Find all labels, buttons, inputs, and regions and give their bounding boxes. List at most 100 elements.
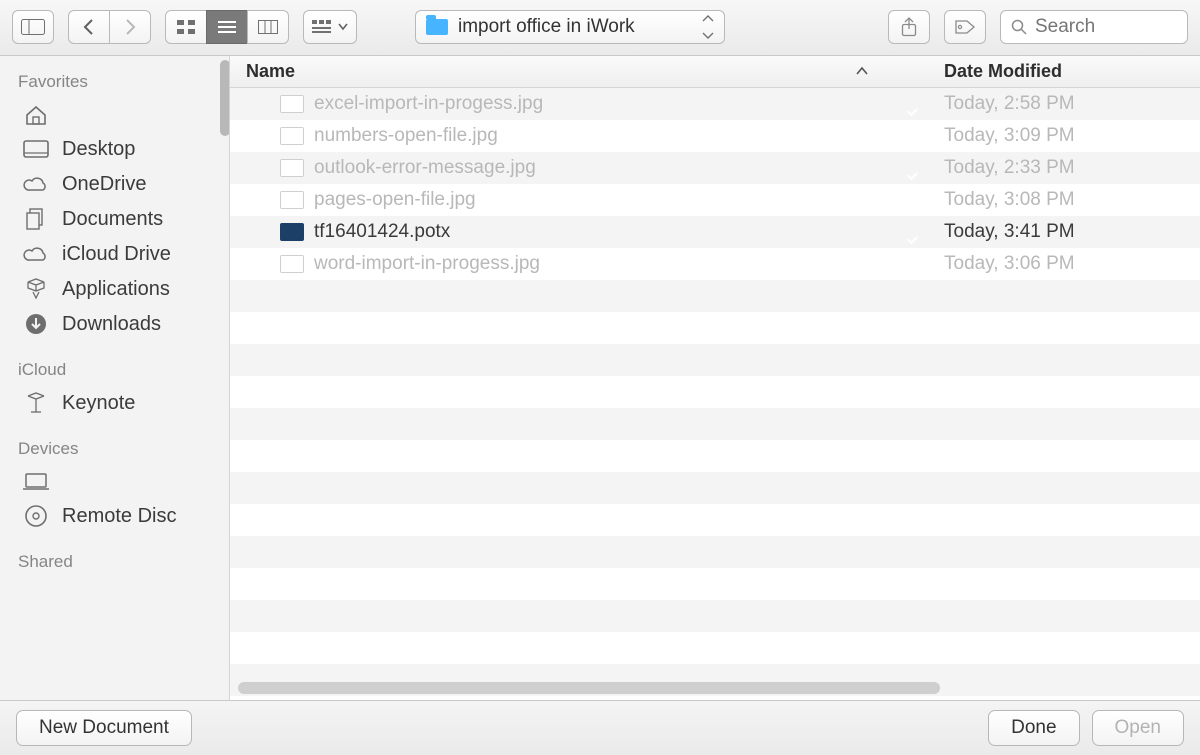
file-name: tf16401424.potx bbox=[314, 221, 450, 243]
tags-button[interactable] bbox=[944, 10, 986, 44]
sidebar-item-documents[interactable]: Documents bbox=[0, 202, 229, 237]
sidebar: Favorites Desktop OneDrive Documents bbox=[0, 56, 230, 701]
column-header-name[interactable]: Name bbox=[230, 61, 880, 82]
applications-icon bbox=[22, 278, 50, 300]
empty-row bbox=[230, 632, 1200, 664]
file-date: Today, 2:58 PM bbox=[944, 93, 1075, 114]
horizontal-scrollbar[interactable] bbox=[238, 682, 940, 694]
search-input[interactable] bbox=[1035, 16, 1177, 38]
cloud-icon bbox=[22, 243, 50, 265]
jpg-file-icon bbox=[280, 159, 304, 177]
file-row[interactable]: word-import-in-progess.jpg Today, 3:06 P… bbox=[230, 248, 1200, 280]
sidebar-scrollbar[interactable] bbox=[220, 60, 230, 136]
sidebar-item-label: Documents bbox=[62, 208, 163, 231]
search-field[interactable] bbox=[1000, 10, 1188, 44]
file-browser: Name Date Modified excel-import-in-proge… bbox=[230, 56, 1200, 701]
sidebar-item-desktop[interactable]: Desktop bbox=[0, 132, 229, 167]
file-date: Today, 3:09 PM bbox=[944, 125, 1075, 146]
column-header-row: Name Date Modified bbox=[230, 56, 1200, 89]
sidebar-item-label: Applications bbox=[62, 278, 170, 301]
file-rows: excel-import-in-progess.jpg Today, 2:58 … bbox=[230, 88, 1200, 700]
done-label: Done bbox=[1011, 717, 1056, 739]
chevron-left-icon bbox=[83, 19, 95, 35]
folder-path-dropdown[interactable]: import office in iWork bbox=[415, 10, 725, 44]
sidebar-heading-icloud: iCloud bbox=[0, 356, 229, 386]
file-name: word-import-in-progess.jpg bbox=[314, 253, 540, 275]
jpg-file-icon bbox=[280, 255, 304, 273]
empty-row bbox=[230, 568, 1200, 600]
file-row[interactable]: numbers-open-file.jpg Today, 3:09 PM bbox=[230, 120, 1200, 152]
file-row[interactable]: outlook-error-message.jpg Today, 2:33 PM bbox=[230, 152, 1200, 184]
sidebar-toggle-button[interactable] bbox=[12, 10, 54, 44]
sort-ascending-icon bbox=[856, 66, 868, 76]
sidebar-item-label: iCloud Drive bbox=[62, 243, 171, 266]
empty-row bbox=[230, 696, 1200, 700]
toolbar: import office in iWork bbox=[0, 0, 1200, 56]
search-icon bbox=[1011, 19, 1027, 35]
view-list-button[interactable] bbox=[206, 10, 248, 44]
file-date: Today, 3:06 PM bbox=[944, 253, 1075, 274]
group-icon bbox=[312, 20, 332, 34]
folder-path-label: import office in iWork bbox=[458, 16, 635, 38]
share-icon bbox=[900, 17, 918, 37]
jpg-file-icon bbox=[280, 191, 304, 209]
view-columns-button[interactable] bbox=[247, 10, 289, 44]
file-date: Today, 3:41 PM bbox=[944, 221, 1075, 242]
keynote-icon bbox=[22, 392, 50, 414]
file-name: outlook-error-message.jpg bbox=[314, 157, 536, 179]
sidebar-item-keynote[interactable]: Keynote bbox=[0, 386, 229, 421]
sidebar-item-onedrive[interactable]: OneDrive bbox=[0, 167, 229, 202]
potx-file-icon bbox=[280, 223, 304, 241]
sidebar-heading-devices: Devices bbox=[0, 435, 229, 465]
forward-button[interactable] bbox=[109, 10, 151, 44]
sidebar-item-applications[interactable]: Applications bbox=[0, 272, 229, 307]
sidebar-item-label: Desktop bbox=[62, 138, 135, 161]
sidebar-item-this-mac[interactable] bbox=[0, 465, 229, 499]
group-dropdown-button[interactable] bbox=[303, 10, 357, 44]
sidebar-heading-favorites: Favorites bbox=[0, 68, 229, 98]
open-label: Open bbox=[1115, 717, 1161, 739]
sidebar-item-remote-disc[interactable]: Remote Disc bbox=[0, 499, 229, 534]
new-document-label: New Document bbox=[39, 717, 169, 739]
column-header-name-label: Name bbox=[246, 61, 295, 82]
file-row[interactable]: tf16401424.potx Today, 3:41 PM bbox=[230, 216, 1200, 248]
sidebar-item-label: Downloads bbox=[62, 313, 161, 336]
file-row[interactable]: excel-import-in-progess.jpg Today, 2:58 … bbox=[230, 88, 1200, 120]
new-document-button[interactable]: New Document bbox=[16, 710, 192, 746]
empty-row bbox=[230, 376, 1200, 408]
back-button[interactable] bbox=[68, 10, 110, 44]
desktop-icon bbox=[22, 138, 50, 160]
sidebar-item-label: OneDrive bbox=[62, 173, 146, 196]
sidebar-item-label: Remote Disc bbox=[62, 505, 176, 528]
view-mode-segment bbox=[165, 10, 289, 44]
sidebar-toggle-icon bbox=[21, 19, 45, 35]
empty-row bbox=[230, 536, 1200, 568]
sidebar-item-home[interactable] bbox=[0, 98, 229, 132]
share-button[interactable] bbox=[888, 10, 930, 44]
done-button[interactable]: Done bbox=[988, 710, 1079, 746]
column-header-date[interactable]: Date Modified bbox=[930, 61, 1200, 82]
cloud-icon bbox=[22, 173, 50, 195]
sidebar-item-downloads[interactable]: Downloads bbox=[0, 307, 229, 342]
dialog-footer: New Document Done Open bbox=[0, 701, 1200, 755]
empty-row bbox=[230, 440, 1200, 472]
column-header-date-label: Date Modified bbox=[944, 61, 1062, 81]
empty-row bbox=[230, 280, 1200, 312]
file-row[interactable]: pages-open-file.jpg Today, 3:08 PM bbox=[230, 184, 1200, 216]
folder-icon bbox=[426, 19, 448, 35]
open-button[interactable]: Open bbox=[1092, 710, 1184, 746]
view-icons-button[interactable] bbox=[165, 10, 207, 44]
sidebar-item-icloud-drive[interactable]: iCloud Drive bbox=[0, 237, 229, 272]
home-icon bbox=[22, 104, 50, 126]
file-name: pages-open-file.jpg bbox=[314, 189, 476, 211]
empty-row bbox=[230, 408, 1200, 440]
file-date: Today, 2:33 PM bbox=[944, 157, 1075, 178]
columns-icon bbox=[258, 20, 278, 34]
chevron-right-icon bbox=[124, 19, 136, 35]
sidebar-heading-shared: Shared bbox=[0, 548, 229, 578]
file-name: excel-import-in-progess.jpg bbox=[314, 93, 543, 115]
documents-icon bbox=[22, 208, 50, 230]
empty-row bbox=[230, 344, 1200, 376]
laptop-icon bbox=[22, 471, 50, 493]
empty-row bbox=[230, 600, 1200, 632]
